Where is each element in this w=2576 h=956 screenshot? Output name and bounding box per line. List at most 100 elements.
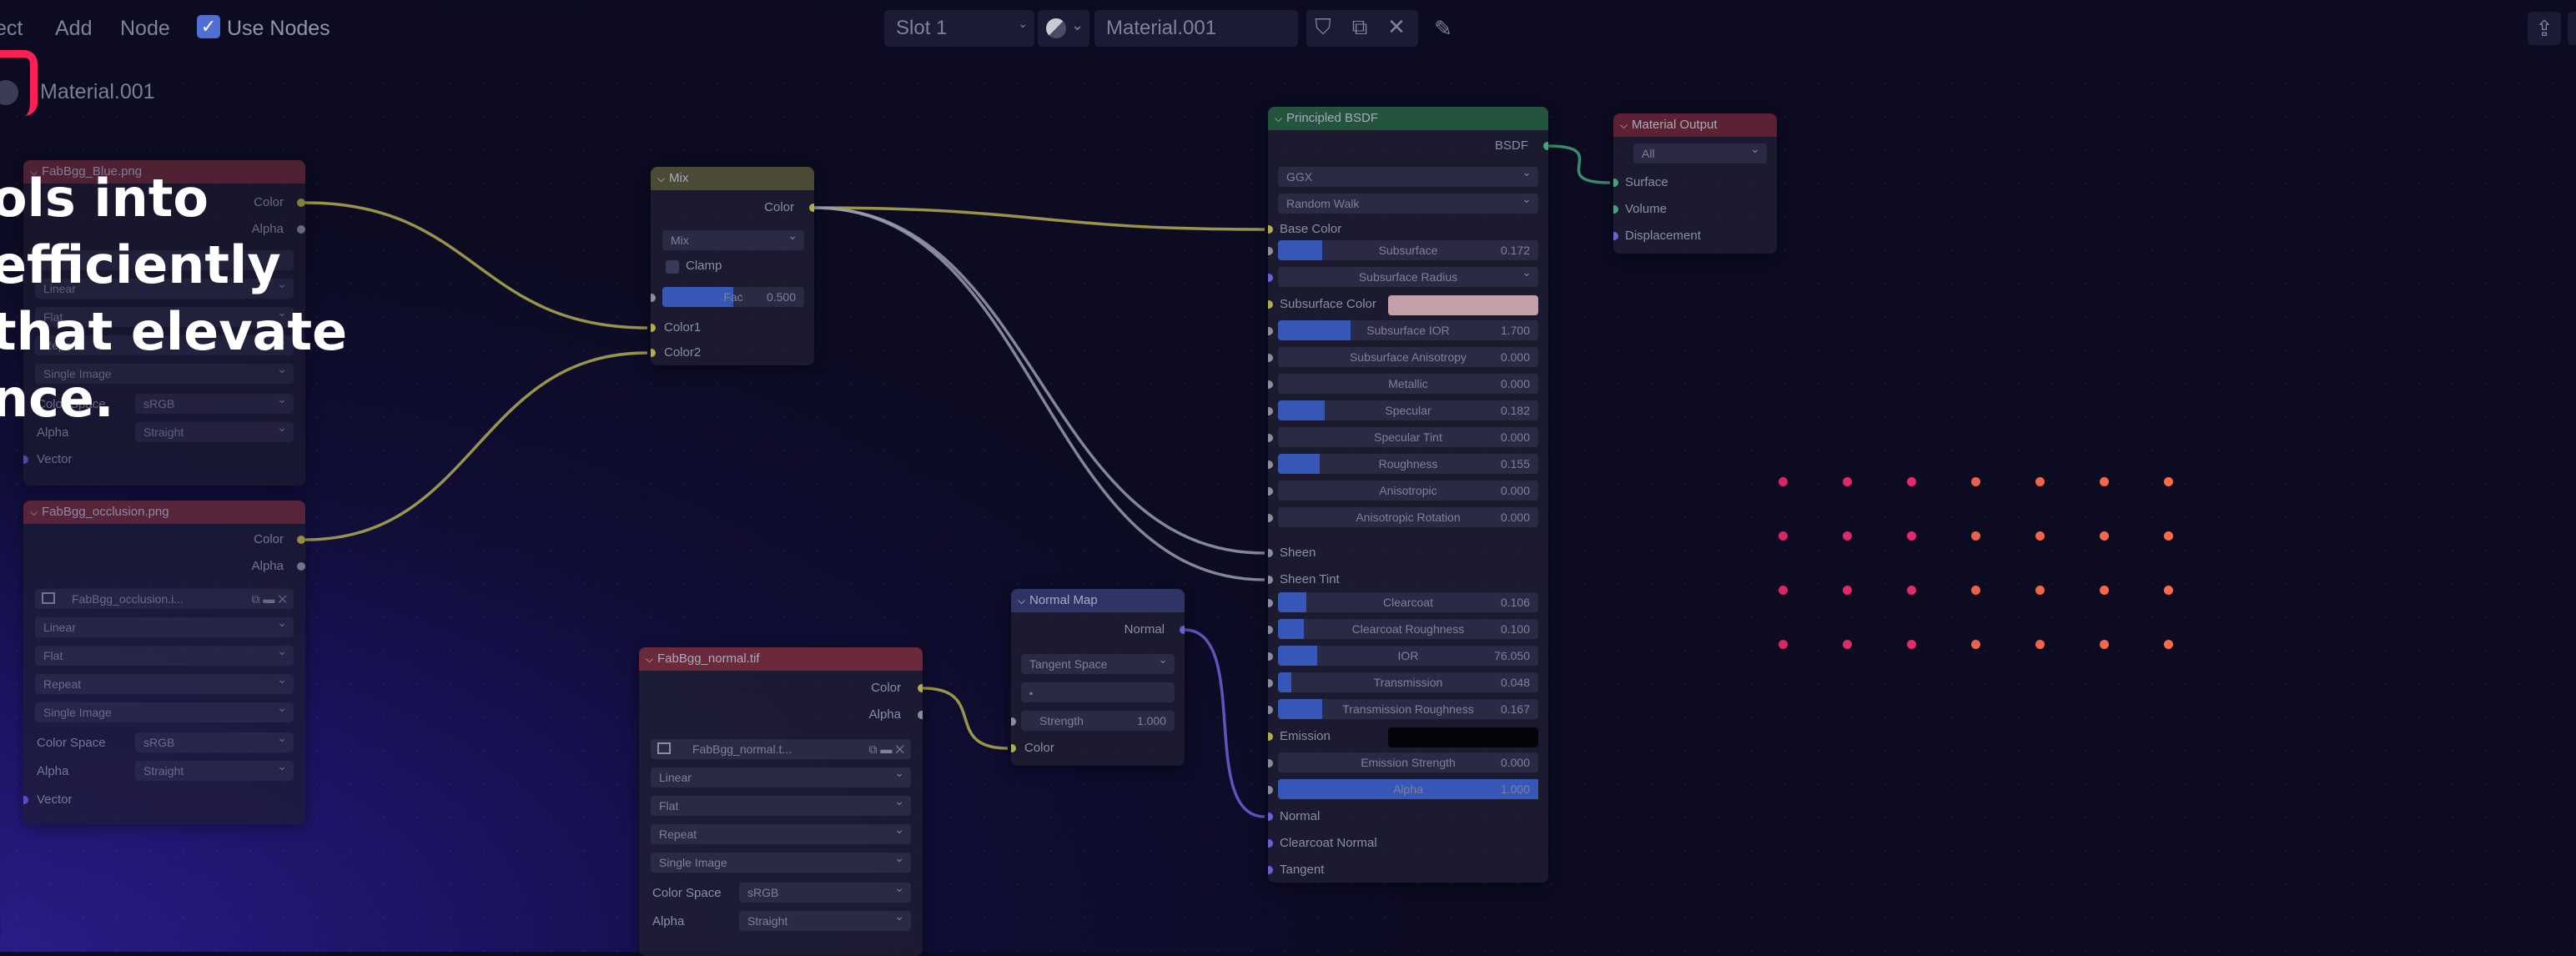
color-space-dropdown[interactable]: sRGB: [135, 727, 294, 752]
socket-strength-in[interactable]: [1011, 717, 1016, 726]
socket-input[interactable]: [1268, 274, 1273, 282]
menu-select[interactable]: ect: [0, 17, 23, 41]
distribution-dropdown[interactable]: GGX: [1278, 162, 1538, 187]
alpha-slider[interactable]: Alpha 1.000: [1278, 779, 1538, 799]
socket-input[interactable]: [1268, 327, 1273, 335]
breadcrumb-material[interactable]: Material.001: [40, 80, 155, 104]
node-header[interactable]: Material Output: [1613, 113, 1777, 137]
socket-color-out[interactable]: [809, 204, 814, 212]
slider-subsurface[interactable]: Subsurface 0.172: [1278, 240, 1538, 260]
slider-subsurface-anisotropy[interactable]: Subsurface Anisotropy 0.000: [1278, 347, 1538, 367]
slider-transmission[interactable]: Transmission 0.048: [1278, 672, 1538, 692]
emission-strength-slider[interactable]: Emission Strength 0.000: [1278, 752, 1538, 772]
socket-input[interactable]: [1268, 434, 1273, 442]
material-browse-button[interactable]: ⌄: [1038, 10, 1089, 47]
socket-input[interactable]: [1268, 626, 1273, 634]
socket-normal-out[interactable]: [1180, 626, 1185, 634]
image-texture-node-occlusion[interactable]: FabBgg_occlusion.png Color Alpha FabBgg_…: [23, 501, 305, 824]
alpha-dropdown[interactable]: Straight: [739, 906, 911, 931]
slider-anisotropic-rotation[interactable]: Anisotropic Rotation 0.000: [1278, 507, 1538, 527]
node-header[interactable]: Mix: [651, 167, 814, 190]
socket-sheen-tint-in[interactable]: [1268, 576, 1273, 584]
slider-roughness[interactable]: Roughness 0.155: [1278, 454, 1538, 474]
socket-vector-in[interactable]: [23, 455, 28, 464]
slider-transmission-roughness[interactable]: Transmission Roughness 0.167: [1278, 699, 1538, 719]
node-header[interactable]: Normal Map: [1011, 589, 1185, 612]
socket-input[interactable]: [1268, 679, 1273, 687]
slider-ior[interactable]: IOR 76.050: [1278, 646, 1538, 666]
socket-color-in[interactable]: [1011, 744, 1016, 752]
use-nodes-checkbox[interactable]: ✓: [197, 15, 220, 38]
interpolation-dropdown[interactable]: Linear: [651, 762, 911, 787]
clamp-checkbox[interactable]: [666, 260, 679, 274]
socket-input[interactable]: [1268, 247, 1273, 255]
close-icon[interactable]: ✕: [1381, 10, 1411, 43]
socket-input[interactable]: [1268, 407, 1273, 415]
image-texture-node-normal[interactable]: FabBgg_normal.tif Color Alpha FabBgg_nor…: [639, 647, 923, 956]
space-dropdown[interactable]: Tangent Space: [1021, 649, 1175, 674]
material-name-field[interactable]: Material.001: [1094, 10, 1298, 47]
uv-map-field[interactable]: ▪: [1021, 682, 1175, 702]
image-actions-icon[interactable]: ⧉ ▬ ✕: [252, 589, 287, 609]
slot-selector[interactable]: Slot 1: [884, 5, 1034, 47]
projection-dropdown[interactable]: Flat: [35, 641, 294, 666]
color-space-dropdown[interactable]: sRGB: [739, 878, 911, 903]
target-dropdown[interactable]: All: [1633, 138, 1767, 164]
projection-dropdown[interactable]: Flat: [651, 791, 911, 816]
socket-color-out[interactable]: [918, 684, 923, 692]
blend-type-dropdown[interactable]: Mix: [662, 225, 804, 250]
subsurface-color-swatch[interactable]: [1388, 295, 1538, 315]
slider-metallic[interactable]: Metallic 0.000: [1278, 374, 1538, 394]
source-dropdown[interactable]: Single Image: [35, 697, 294, 722]
socket-input[interactable]: [1268, 380, 1273, 389]
slider-subsurface-radius[interactable]: Subsurface Radius: [1278, 262, 1538, 287]
extension-dropdown[interactable]: Repeat: [35, 669, 294, 694]
slider-anisotropic[interactable]: Anisotropic 0.000: [1278, 481, 1538, 501]
subsurface-method-dropdown[interactable]: Random Walk: [1278, 189, 1538, 214]
slider-clearcoat[interactable]: Clearcoat 0.106: [1278, 592, 1538, 612]
socket-color1-in[interactable]: [651, 324, 656, 332]
socket-volume-in[interactable]: [1613, 205, 1618, 214]
socket-tangent-in[interactable]: [1268, 866, 1273, 874]
overflow-icon[interactable]: [2568, 12, 2576, 45]
socket-sheen-in[interactable]: [1268, 549, 1273, 557]
socket-clearcoat-normal-in[interactable]: [1268, 839, 1273, 848]
socket-input[interactable]: [1268, 487, 1273, 496]
node-header[interactable]: FabBgg_occlusion.png: [23, 501, 305, 524]
socket-alpha-in[interactable]: [1268, 786, 1273, 794]
normal-map-node[interactable]: Normal Map Normal Tangent Space ▪ Streng…: [1011, 589, 1185, 766]
socket-input[interactable]: [1268, 706, 1273, 714]
menu-add[interactable]: Add: [55, 17, 92, 41]
socket-vector-in[interactable]: [23, 796, 28, 804]
interpolation-dropdown[interactable]: Linear: [35, 612, 294, 637]
socket-emission-in[interactable]: [1268, 732, 1273, 741]
menu-node[interactable]: Node: [120, 17, 170, 41]
socket-input[interactable]: [1268, 599, 1273, 607]
socket-base-color-in[interactable]: [1268, 225, 1273, 234]
node-header[interactable]: Principled BSDF: [1268, 107, 1548, 130]
socket-emission-strength-in[interactable]: [1268, 759, 1273, 767]
socket-input[interactable]: [1268, 354, 1273, 362]
node-header[interactable]: FabBgg_normal.tif: [639, 647, 923, 671]
alpha-dropdown[interactable]: Straight: [135, 756, 294, 781]
strength-slider[interactable]: Strength 1.000: [1021, 711, 1175, 731]
image-selector[interactable]: FabBgg_occlusion.i... ⧉ ▬ ✕: [35, 589, 294, 609]
shield-icon[interactable]: ⛉: [1308, 10, 1338, 43]
emission-color-swatch[interactable]: [1388, 727, 1538, 747]
image-selector[interactable]: FabBgg_normal.t... ⧉ ▬ ✕: [651, 739, 911, 759]
slider-subsurface-ior[interactable]: Subsurface IOR 1.700: [1278, 320, 1538, 340]
socket-alpha-out[interactable]: [918, 711, 923, 719]
socket-input[interactable]: [1268, 514, 1273, 522]
socket-input[interactable]: [1268, 460, 1273, 469]
material-output-node[interactable]: Material Output All Surface Volume Displ…: [1613, 113, 1777, 254]
pin-icon[interactable]: ✎: [1428, 12, 1458, 45]
export-icon[interactable]: ⇪: [2528, 12, 2561, 45]
mix-node[interactable]: Mix Color Mix Clamp Fac 0.500 Color1 Col…: [651, 167, 814, 365]
socket-normal-in[interactable]: [1268, 813, 1273, 821]
source-dropdown[interactable]: Single Image: [651, 848, 911, 873]
image-actions-icon[interactable]: ⧉ ▬ ✕: [869, 739, 904, 759]
extension-dropdown[interactable]: Repeat: [651, 819, 911, 844]
socket-surface-in[interactable]: [1613, 179, 1618, 187]
slider-clearcoat-roughness[interactable]: Clearcoat Roughness 0.100: [1278, 619, 1538, 639]
socket-displacement-in[interactable]: [1613, 232, 1618, 240]
